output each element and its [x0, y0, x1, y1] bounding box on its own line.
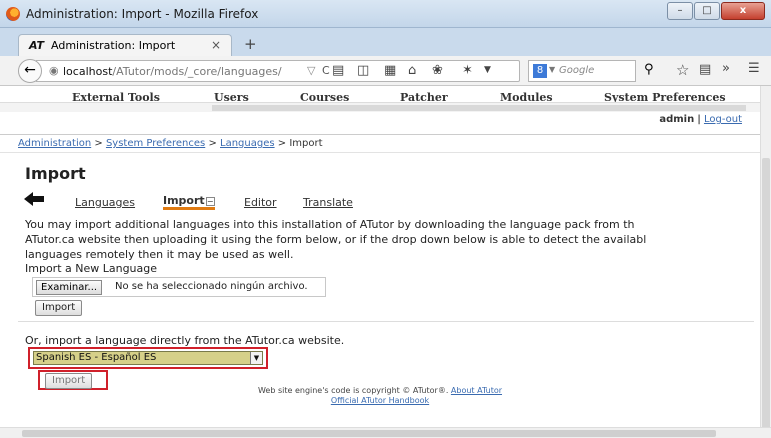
minimize-button[interactable]: –: [667, 2, 693, 20]
customize-icon[interactable]: ✶: [462, 63, 473, 78]
reload-icon[interactable]: C: [322, 64, 330, 77]
collapse-toggle-icon[interactable]: −: [205, 196, 215, 206]
file-upload-field[interactable]: Examinar... No se ha seleccionado ningún…: [32, 277, 326, 297]
language-select[interactable]: Spanish ES - Español ES ▼: [33, 351, 263, 365]
page-viewport: External Tools Users Courses Patcher Mod…: [0, 86, 760, 427]
import-new-language-label: Import a New Language: [25, 262, 158, 275]
intro-line: ATutor.ca website then uploading it usin…: [25, 233, 647, 246]
copyright-text: Web site engine's code is copyright © AT…: [257, 386, 449, 395]
addon-icon[interactable]: ❀: [432, 63, 443, 78]
breadcrumb-separator: >: [94, 138, 103, 149]
search-box[interactable]: 8 ▼ Google: [528, 60, 636, 82]
apps-grid-icon[interactable]: ▦: [384, 63, 396, 78]
import-upload-button[interactable]: Import: [35, 300, 83, 316]
subnav-editor[interactable]: Editor: [244, 196, 277, 209]
url-history-dropdown-icon[interactable]: ▽: [307, 64, 315, 77]
toolbar-dropdown-icon[interactable]: ▼: [484, 65, 491, 75]
dropdown-arrow-icon[interactable]: ▼: [250, 352, 262, 364]
intro-line: languages remotely then it may be used a…: [25, 248, 294, 261]
vertical-scrollbar[interactable]: [760, 86, 771, 438]
new-tab-button[interactable]: +: [244, 35, 257, 53]
intro-line: You may import additional languages into…: [25, 218, 635, 231]
subnav-languages[interactable]: Languages: [75, 196, 135, 209]
bookmarks-list-icon[interactable]: ▤: [699, 62, 711, 77]
atutor-favicon-icon: AT: [29, 39, 44, 52]
breadcrumb-languages[interactable]: Languages: [220, 138, 275, 149]
back-button[interactable]: ←: [18, 59, 42, 83]
url-bar[interactable]: ◉ localhost/ATutor/mods/_core/languages/…: [36, 60, 520, 82]
breadcrumb-separator: >: [208, 138, 217, 149]
menu-hamburger-icon[interactable]: ☰: [748, 61, 760, 76]
home-icon[interactable]: ⌂: [408, 63, 416, 78]
username: admin: [659, 114, 695, 125]
window-controls: – □ x: [667, 2, 765, 20]
tab-close-icon[interactable]: ×: [211, 38, 221, 52]
section-divider: [18, 321, 754, 322]
about-atutor-link[interactable]: About ATutor: [451, 386, 502, 395]
browser-tab-active[interactable]: AT Administration: Import ×: [18, 34, 232, 56]
handbook-link[interactable]: Official ATutor Handbook: [331, 396, 429, 405]
browse-button[interactable]: Examinar...: [36, 280, 103, 295]
horizontal-scrollbar[interactable]: [0, 427, 771, 438]
topnav-scrollbar[interactable]: [0, 102, 760, 112]
search-input[interactable]: Google: [559, 65, 594, 76]
window-title: Administration: Import - Mozilla Firefox: [26, 7, 259, 21]
breadcrumb-divider: [0, 152, 760, 153]
user-bar: admin | Log-out: [659, 114, 742, 125]
language-select-value: Spanish ES - Español ES: [36, 352, 157, 363]
maximize-button[interactable]: □: [694, 2, 720, 20]
search-engine-dropdown-icon[interactable]: ▼: [549, 65, 555, 74]
tab-label: Administration: Import: [51, 39, 176, 52]
topnav-scrollbar-thumb[interactable]: [212, 105, 746, 111]
breadcrumb-separator: >: [277, 138, 287, 149]
navigation-toolbar: ◉ localhost/ATutor/mods/_core/languages/…: [0, 56, 771, 86]
firefox-logo-icon: [6, 7, 20, 21]
file-status-text: No se ha seleccionado ningún archivo.: [115, 281, 308, 292]
window-titlebar: Administration: Import - Mozilla Firefox…: [0, 0, 771, 28]
header-divider: [0, 134, 760, 135]
reader-view-icon[interactable]: ▤: [332, 63, 344, 78]
breadcrumb: Administration > System Preferences > La…: [18, 138, 323, 149]
subnav-translate[interactable]: Translate: [303, 196, 353, 209]
back-arrow-icon[interactable]: [24, 192, 44, 206]
subnav-import-active[interactable]: Import −: [163, 194, 215, 210]
footer-line: Web site engine's code is copyright © AT…: [0, 386, 760, 396]
user-bar-separator: |: [697, 114, 701, 125]
language-select-highlight: Spanish ES - Español ES ▼: [28, 347, 268, 369]
horizontal-scrollbar-thumb[interactable]: [22, 430, 716, 437]
overflow-chevron-icon[interactable]: »: [722, 61, 730, 76]
sidebar-icon[interactable]: ◫: [357, 63, 369, 78]
search-icon[interactable]: ⚲: [644, 62, 654, 77]
page-title: Import: [25, 164, 86, 183]
url-text[interactable]: localhost/ATutor/mods/_core/languages/: [63, 65, 282, 78]
vertical-scrollbar-thumb[interactable]: [762, 158, 770, 438]
close-window-button[interactable]: x: [721, 2, 765, 20]
site-identity-icon[interactable]: ◉: [49, 64, 59, 77]
direct-import-label: Or, import a language directly from the …: [25, 334, 345, 347]
logout-link[interactable]: Log-out: [704, 114, 742, 125]
admin-top-nav: External Tools Users Courses Patcher Mod…: [0, 86, 760, 112]
search-engine-icon[interactable]: 8: [533, 64, 547, 78]
tab-strip: AT Administration: Import × +: [0, 28, 771, 56]
breadcrumb-system-preferences[interactable]: System Preferences: [106, 138, 205, 149]
breadcrumb-administration[interactable]: Administration: [18, 138, 91, 149]
bookmark-star-icon[interactable]: ☆: [676, 61, 689, 79]
intro-text: You may import additional languages into…: [25, 217, 760, 262]
footer: Web site engine's code is copyright © AT…: [0, 386, 760, 406]
breadcrumb-current: Import: [289, 138, 323, 149]
